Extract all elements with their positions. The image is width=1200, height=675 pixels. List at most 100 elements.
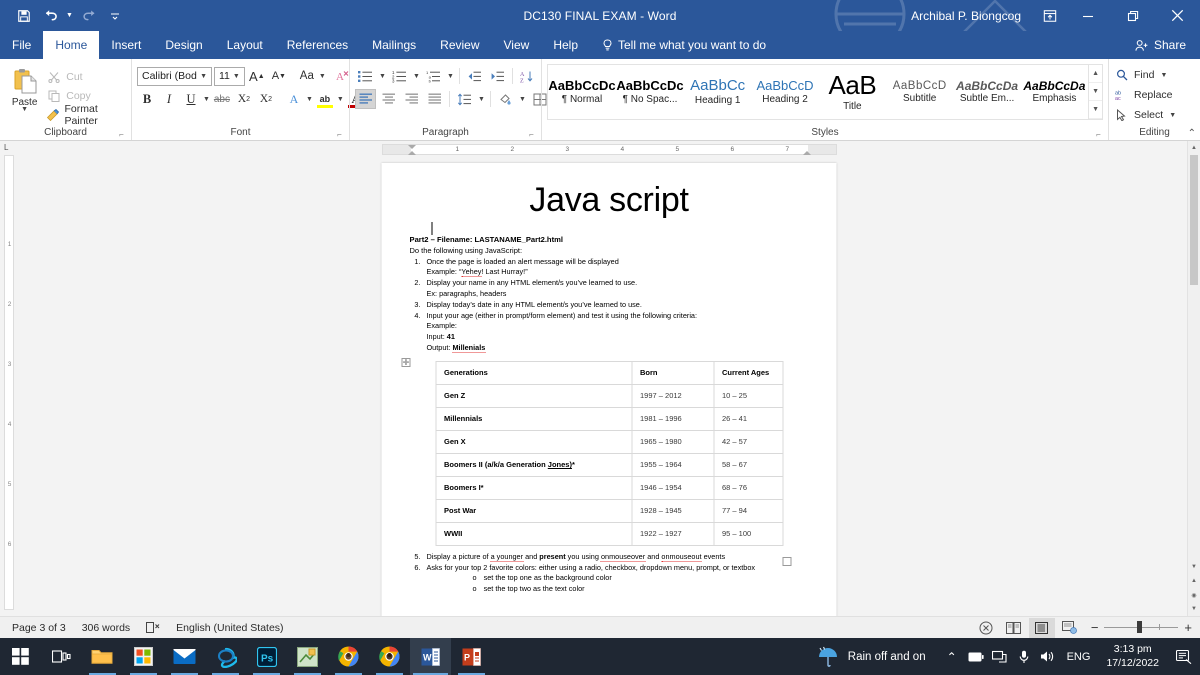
scroll-up-icon[interactable]: ▲ bbox=[1188, 141, 1200, 155]
styles-scroll-up-icon[interactable]: ▲ bbox=[1089, 65, 1102, 83]
styles-more-icon[interactable]: ▼ bbox=[1089, 101, 1102, 119]
input-language[interactable]: ENG bbox=[1060, 651, 1098, 663]
collapse-ribbon-icon[interactable]: ⌃ bbox=[1188, 128, 1196, 139]
weather-widget[interactable]: Rain off and on bbox=[816, 646, 940, 668]
vertical-ruler[interactable]: L 1 2 3 4 5 6 bbox=[0, 141, 18, 616]
zoom-in-button[interactable]: + bbox=[1184, 620, 1192, 635]
underline-caret-icon[interactable]: ▼ bbox=[203, 96, 210, 103]
word-count[interactable]: 306 words bbox=[74, 622, 138, 634]
replace-button[interactable]: ab ac Replace bbox=[1114, 86, 1177, 104]
scroll-down-icon[interactable]: ▼ bbox=[1188, 560, 1200, 574]
numbering-icon[interactable]: 123 bbox=[389, 66, 410, 86]
align-right-icon[interactable] bbox=[401, 89, 422, 109]
line-spacing-icon[interactable] bbox=[454, 89, 475, 109]
page-indicator[interactable]: Page 3 of 3 bbox=[4, 622, 74, 634]
styles-gallery-scrollbar[interactable]: ▲ ▼ ▼ bbox=[1089, 64, 1103, 120]
align-center-icon[interactable] bbox=[378, 89, 399, 109]
line-spacing-caret-icon[interactable]: ▼ bbox=[477, 96, 486, 103]
document-body-after-table[interactable]: 5. Display a picture of a younger and pr… bbox=[382, 551, 837, 595]
zoom-out-button[interactable]: − bbox=[1091, 620, 1099, 635]
right-indent-marker-icon[interactable] bbox=[802, 144, 812, 156]
tab-file[interactable]: File bbox=[0, 31, 43, 59]
clipboard-dialog-launcher[interactable]: ⌐ bbox=[117, 130, 126, 139]
cut-button[interactable]: Cut bbox=[46, 68, 126, 85]
paste-dropdown-icon[interactable]: ▼ bbox=[21, 106, 28, 113]
paste-button[interactable]: Paste ▼ bbox=[5, 65, 44, 123]
find-button[interactable]: Find ▼ bbox=[1114, 66, 1177, 84]
internet-explorer-icon[interactable] bbox=[205, 638, 246, 675]
tell-me-search[interactable]: Tell me what you want to do bbox=[590, 31, 778, 59]
highlight-caret-icon[interactable]: ▼ bbox=[337, 96, 344, 103]
increase-indent-icon[interactable] bbox=[487, 66, 508, 86]
font-size-caret-icon[interactable]: ▼ bbox=[230, 73, 243, 80]
tab-design[interactable]: Design bbox=[153, 31, 214, 59]
zoom-thumb[interactable] bbox=[1137, 621, 1143, 633]
network-icon[interactable] bbox=[988, 638, 1012, 675]
horizontal-ruler[interactable]: 1 2 3 4 5 6 7 bbox=[18, 141, 1200, 157]
close-button[interactable] bbox=[1155, 0, 1200, 31]
chrome-icon-2[interactable] bbox=[369, 638, 410, 675]
chrome-icon-1[interactable] bbox=[328, 638, 369, 675]
align-left-icon[interactable] bbox=[355, 89, 376, 109]
next-page-icon[interactable]: ▼ bbox=[1188, 602, 1200, 616]
style-heading-2[interactable]: AaBbCcD Heading 2 bbox=[751, 65, 818, 119]
tab-layout[interactable]: Layout bbox=[215, 31, 275, 59]
mail-icon[interactable] bbox=[164, 638, 205, 675]
subscript-icon[interactable]: X2 bbox=[234, 89, 254, 109]
select-caret-icon[interactable]: ▼ bbox=[1168, 112, 1177, 119]
font-name-caret-icon[interactable]: ▼ bbox=[197, 73, 210, 80]
shading-caret-icon[interactable]: ▼ bbox=[518, 96, 527, 103]
copy-button[interactable]: Copy bbox=[46, 87, 126, 104]
find-caret-icon[interactable]: ▼ bbox=[1159, 72, 1168, 79]
text-effects-icon[interactable]: A bbox=[284, 89, 304, 109]
tab-insert[interactable]: Insert bbox=[99, 31, 153, 59]
battery-icon[interactable] bbox=[964, 638, 988, 675]
style-subtle-emphasis[interactable]: AaBbCcDa Subtle Em... bbox=[953, 65, 1020, 119]
minimize-button[interactable] bbox=[1065, 0, 1110, 31]
table-resize-handle[interactable] bbox=[782, 556, 792, 566]
underline-icon[interactable]: U bbox=[181, 89, 201, 109]
styles-dialog-launcher[interactable]: ⌐ bbox=[1094, 130, 1103, 139]
save-icon[interactable] bbox=[12, 5, 36, 27]
quick-access-toolbar[interactable]: ▼ bbox=[0, 5, 127, 27]
task-view-button[interactable] bbox=[41, 638, 82, 675]
document-canvas[interactable]: 1 2 3 4 5 6 7 Java script Part2 – Filena… bbox=[18, 141, 1200, 616]
powerpoint-icon[interactable]: P bbox=[451, 638, 492, 675]
tab-review[interactable]: Review bbox=[428, 31, 491, 59]
zoom-track[interactable] bbox=[1104, 621, 1179, 633]
decrease-indent-icon[interactable] bbox=[464, 66, 485, 86]
tab-view[interactable]: View bbox=[492, 31, 542, 59]
font-name-combo[interactable]: Calibri (Body) ▼ bbox=[137, 66, 212, 86]
restore-button[interactable] bbox=[1110, 0, 1155, 31]
tab-references[interactable]: References bbox=[275, 31, 360, 59]
account-name[interactable]: Archibal P. Biongcog bbox=[911, 9, 1035, 23]
accessibility-icon[interactable] bbox=[973, 618, 999, 638]
superscript-icon[interactable]: X2 bbox=[256, 89, 276, 109]
document-body[interactable]: Part2 – Filename: LASTANAME_Part2.html D… bbox=[382, 222, 837, 354]
change-case-caret-icon[interactable]: ▼ bbox=[319, 73, 326, 80]
text-effects-caret-icon[interactable]: ▼ bbox=[306, 96, 313, 103]
font-size-combo[interactable]: 11 ▼ bbox=[214, 66, 245, 86]
justify-icon[interactable] bbox=[424, 89, 445, 109]
microsoft-store-icon[interactable] bbox=[123, 638, 164, 675]
shading-icon[interactable] bbox=[495, 89, 516, 109]
customize-qat-icon[interactable] bbox=[103, 5, 127, 27]
style-normal[interactable]: AaBbCcDc ¶ Normal bbox=[548, 65, 616, 119]
style-heading-1[interactable]: AaBbCс Heading 1 bbox=[684, 65, 751, 119]
multilevel-list-icon[interactable]: 1ab bbox=[423, 66, 444, 86]
show-hidden-icons-icon[interactable]: ⌃ bbox=[940, 638, 964, 675]
tab-home[interactable]: Home bbox=[43, 31, 100, 59]
font-dialog-launcher[interactable]: ⌐ bbox=[335, 130, 344, 139]
numbering-caret-icon[interactable]: ▼ bbox=[412, 73, 421, 80]
sort-icon[interactable]: AZ bbox=[517, 66, 538, 86]
table-move-handle[interactable]: ✛ bbox=[401, 357, 411, 367]
style-title[interactable]: AaB Title bbox=[819, 65, 886, 119]
microphone-icon[interactable] bbox=[1012, 638, 1036, 675]
generations-table[interactable]: Generations Born Current Ages Gen Z 1997… bbox=[435, 360, 783, 546]
select-browse-object-icon[interactable]: ◉ bbox=[1188, 588, 1200, 602]
bullets-caret-icon[interactable]: ▼ bbox=[378, 73, 387, 80]
proofing-status-icon[interactable] bbox=[138, 622, 168, 633]
strikethrough-icon[interactable]: abc bbox=[212, 89, 232, 109]
bold-icon[interactable]: B bbox=[137, 89, 157, 109]
shrink-font-icon[interactable]: A ▼ bbox=[269, 66, 289, 86]
